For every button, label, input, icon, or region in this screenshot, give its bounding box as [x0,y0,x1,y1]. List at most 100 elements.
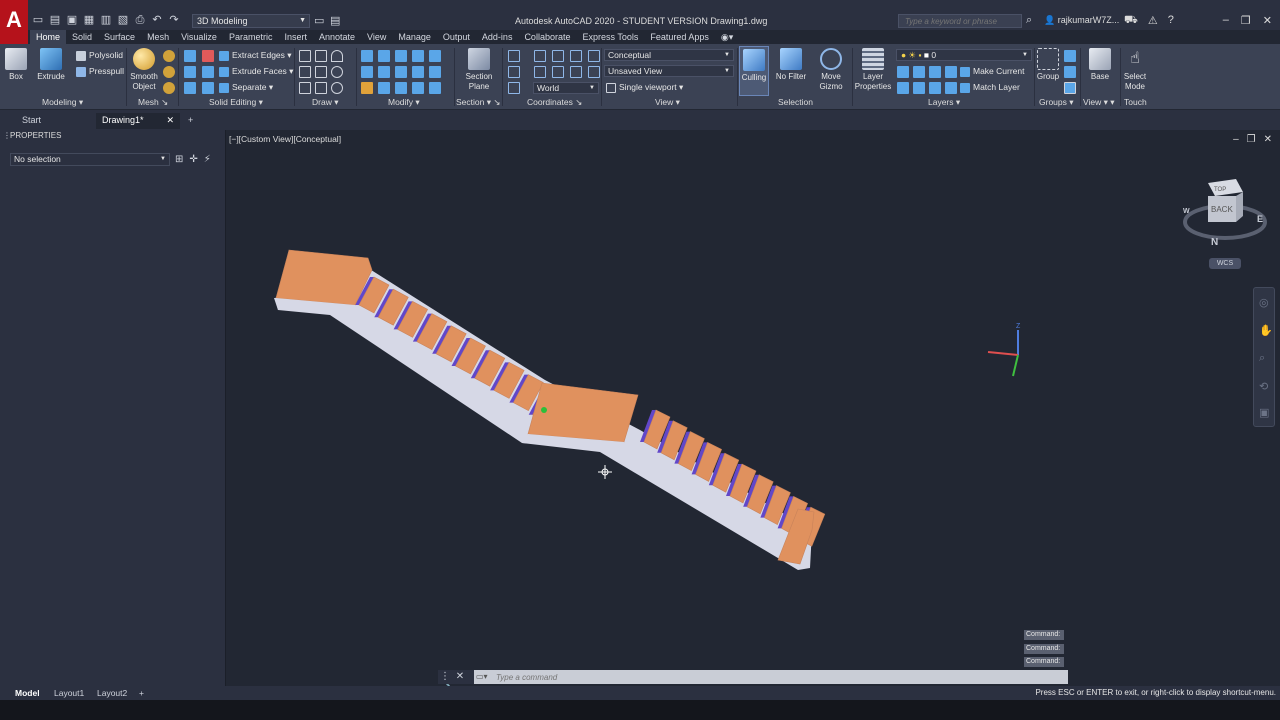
fillet-edge-icon[interactable] [202,50,214,62]
drawing-viewport[interactable]: [−][Custom View][Conceptual] – ❐ ✕ Z TOP B… [227,130,1280,686]
view2-panel-label[interactable]: View ▾ ▾ [1083,97,1115,108]
explode-icon[interactable] [429,82,441,94]
layout-tab-layout1[interactable]: Layout1 [54,687,84,699]
tab-view[interactable]: View [361,30,392,44]
chamfer-icon[interactable] [202,66,214,78]
exchange-icon[interactable]: ⚠ [1148,14,1158,28]
recent-commands-icon[interactable]: ▭▾ [476,672,488,681]
separate-button[interactable]: Separate ▾ [219,82,273,93]
command-input[interactable] [496,671,1056,683]
ucs-y-icon[interactable] [570,50,582,62]
staircase-model[interactable]: Z TOP BACK N E W [227,130,1280,686]
ucs-x-icon[interactable] [552,50,564,62]
ellipse-icon[interactable] [331,82,343,94]
polysolid-button[interactable]: Polysolid [76,50,123,61]
make-current-button[interactable]: Make Current [960,66,1025,77]
ucs-view-icon[interactable] [508,66,520,78]
share-icon[interactable]: ▭ [314,14,324,27]
offset-icon[interactable] [378,66,390,78]
fillet-icon[interactable] [429,66,441,78]
layout-tab-layout2[interactable]: Layout2 [97,687,127,699]
save-icon[interactable]: ▣ [66,14,78,26]
grip-point[interactable] [541,407,547,413]
tab-insert[interactable]: Insert [278,30,313,44]
steering-wheel-icon[interactable]: ◎ [1259,296,1269,309]
line2-icon[interactable] [315,66,327,78]
cart-icon[interactable]: ⛟ [1124,14,1138,28]
print-icon[interactable]: ▤ [330,14,340,27]
circle-icon[interactable] [331,66,343,78]
ucs-icon[interactable] [508,50,520,62]
shell-icon[interactable] [202,82,214,94]
palette-grip-icon[interactable]: ⋮ [3,131,11,140]
modeling-panel-label[interactable]: Modeling ▾ [42,97,83,108]
intersect-icon[interactable] [184,82,196,94]
copy-icon[interactable] [395,82,407,94]
tab-home[interactable]: Home [30,30,67,44]
layout-tab-model[interactable]: Model [15,687,40,699]
tab-mesh[interactable]: Mesh [141,30,175,44]
layer-select[interactable]: ● ☀ ▪ ■ 0 ▼ [896,49,1032,61]
section-plane-button[interactable]: Section Plane [462,48,496,92]
viewport-config-button[interactable]: Single viewport ▾ [606,82,683,93]
ucs-object-icon[interactable] [552,66,564,78]
align-icon[interactable] [412,66,424,78]
coordinates-panel-label[interactable]: Coordinates ↘ [527,97,582,108]
mesh-panel-label[interactable]: Mesh ↘ [138,97,168,108]
section-panel-label[interactable]: Section ▾ ↘ [456,97,500,108]
ucs-z-icon[interactable] [588,50,600,62]
trim-icon[interactable] [429,50,441,62]
ucs-zaxis-icon[interactable] [588,66,600,78]
stretch-icon[interactable] [412,82,424,94]
array-icon[interactable] [378,82,390,94]
culling-button[interactable]: Culling [739,46,769,96]
tab-featured-apps[interactable]: Featured Apps [644,30,715,44]
pan-icon[interactable]: ✋ [1259,324,1273,337]
tab-add-ins[interactable]: Add-ins [476,30,519,44]
wcs-badge[interactable]: WCS [1209,258,1241,269]
extrude-faces-button[interactable]: Extrude Faces ▾ [219,66,293,77]
ucs-world-icon[interactable] [508,82,520,94]
base-view-button[interactable]: Base [1088,48,1112,82]
line-icon[interactable] [299,50,311,62]
redo-icon[interactable]: ↷ [168,14,180,26]
extract-edges-button[interactable]: Extract Edges ▾ [219,50,292,61]
save-as-icon[interactable]: ▦ [83,14,95,26]
mesh-sphere-icon[interactable] [163,50,175,62]
workspace-select[interactable]: 3D Modeling ▼ [192,14,310,28]
draw-panel-label[interactable]: Draw ▾ [312,97,338,108]
tab-start[interactable]: Start [16,113,47,129]
command-line-grip[interactable]: ⋮ ✕ 🔧 [438,670,474,696]
toggle-pickadd-icon[interactable]: ⊞ [175,154,183,165]
layers-panel-label[interactable]: Layers ▾ [928,97,960,108]
add-layout-button[interactable]: + [139,687,144,699]
layer-unlock-icon[interactable] [945,82,957,94]
modify-panel-label[interactable]: Modify ▾ [388,97,420,108]
user-account[interactable]: 👤 rajkumarW7Z... [1044,15,1119,26]
search-input[interactable] [898,14,1022,28]
group-edit-icon[interactable] [1064,66,1076,78]
layer-isolate-icon[interactable] [913,66,925,78]
no-filter-button[interactable]: No Filter [774,48,808,82]
zoom-icon[interactable]: ⌕ [1259,352,1265,365]
mirror-icon[interactable] [361,66,373,78]
tab-parametric[interactable]: Parametric [223,30,279,44]
binoculars-icon[interactable]: ⌕ [1026,14,1032,27]
move3d-icon[interactable] [395,50,407,62]
rotate-icon[interactable] [378,50,390,62]
layer-off-icon[interactable] [897,66,909,78]
tab-output[interactable]: Output [437,30,476,44]
undo-icon[interactable]: ↶ [151,14,163,26]
showmotion-icon[interactable]: ▣ [1259,406,1269,419]
selection-combo[interactable]: No selection ▼ [10,153,170,166]
web-save-icon[interactable]: ▧ [117,14,129,26]
tab-drawing1[interactable]: Drawing1* ✕ [96,113,180,129]
view-panel-label[interactable]: View ▾ [655,97,680,108]
layer-properties-button[interactable]: Layer Properties [854,48,892,92]
ucs-origin-icon[interactable] [534,50,546,62]
new-tab-button[interactable]: + [182,113,199,129]
extrude-button[interactable]: Extrude [36,48,66,82]
close-command-icon[interactable]: ✕ [456,671,464,682]
tab-collaborate[interactable]: Collaborate [518,30,576,44]
tab-annotate[interactable]: Annotate [313,30,361,44]
